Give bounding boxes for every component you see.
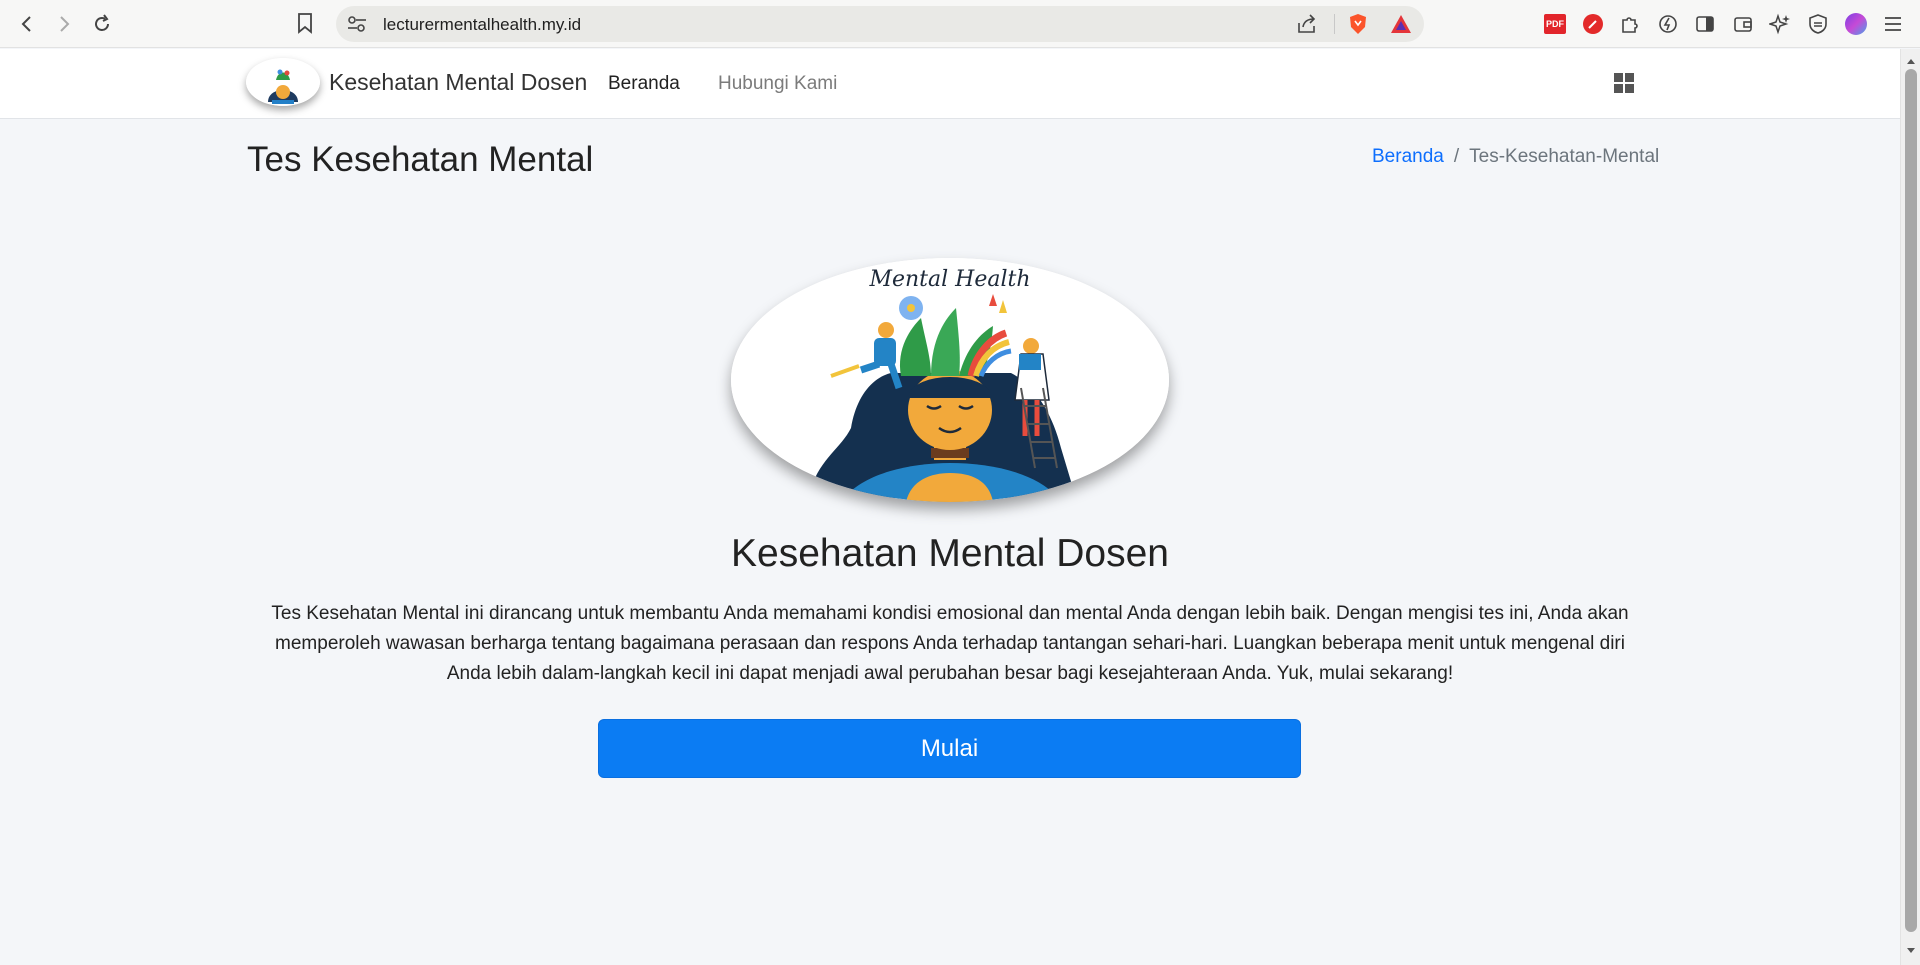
site-navbar: Kesehatan Mental Dosen Beranda Hubungi K…: [0, 49, 1900, 119]
site-logo[interactable]: [246, 58, 320, 106]
edit-extension-icon[interactable]: [1580, 11, 1606, 37]
page-scrollbar[interactable]: [1900, 49, 1920, 965]
vpn-shield-icon[interactable]: [1805, 11, 1831, 37]
breadcrumb-home-link[interactable]: Beranda: [1372, 146, 1444, 168]
hero-description: Tes Kesehatan Mental ini dirancang untuk…: [271, 603, 1629, 684]
scroll-up-icon[interactable]: [1906, 57, 1916, 65]
back-icon[interactable]: [12, 9, 42, 39]
pdf-icon[interactable]: PDF: [1542, 11, 1568, 37]
browser-toolbar: lecturermentalhealth.my.id PDF: [0, 0, 1920, 48]
forward-icon[interactable]: [49, 9, 79, 39]
share-icon[interactable]: [1296, 13, 1318, 40]
menu-icon[interactable]: [1880, 11, 1906, 37]
hero-title: Kesehatan Mental Dosen: [731, 532, 1169, 575]
brave-shields-icon[interactable]: [1346, 12, 1370, 41]
extensions-puzzle-icon[interactable]: [1617, 11, 1643, 37]
speed-icon[interactable]: [1655, 11, 1681, 37]
breadcrumb-separator: /: [1453, 146, 1460, 167]
wallet-icon[interactable]: [1730, 11, 1756, 37]
site-settings-icon[interactable]: [346, 14, 368, 34]
bookmark-icon[interactable]: [296, 12, 314, 39]
breadcrumb-current: Tes-Kesehatan-Mental: [1469, 146, 1660, 167]
reload-icon[interactable]: [87, 9, 117, 39]
address-bar[interactable]: lecturermentalhealth.my.id: [336, 6, 1424, 42]
sidebar-toggle-icon[interactable]: [1692, 11, 1718, 37]
mental-health-illustration: Mental Health: [731, 258, 1169, 502]
nav-item-beranda[interactable]: Beranda: [608, 73, 680, 95]
page-title: Tes Kesehatan Mental: [247, 140, 594, 179]
brave-rewards-icon[interactable]: [1389, 13, 1413, 40]
scroll-down-icon[interactable]: [1906, 947, 1916, 955]
breadcrumb: Beranda / Tes-Kesehatan-Mental: [1372, 146, 1659, 168]
leo-ai-icon[interactable]: [1767, 11, 1793, 37]
profile-avatar-icon[interactable]: [1843, 11, 1869, 37]
brand-name[interactable]: Kesehatan Mental Dosen: [329, 69, 587, 96]
apps-grid-icon[interactable]: [1614, 73, 1634, 93]
nav-item-hubungi-kami[interactable]: Hubungi Kami: [718, 73, 837, 95]
scrollbar-thumb[interactable]: [1905, 69, 1917, 932]
url-text[interactable]: lecturermentalhealth.my.id: [383, 15, 581, 35]
illustration-caption: Mental Health: [868, 267, 1030, 292]
address-divider: [1334, 14, 1335, 34]
start-test-button[interactable]: Mulai: [598, 719, 1301, 778]
